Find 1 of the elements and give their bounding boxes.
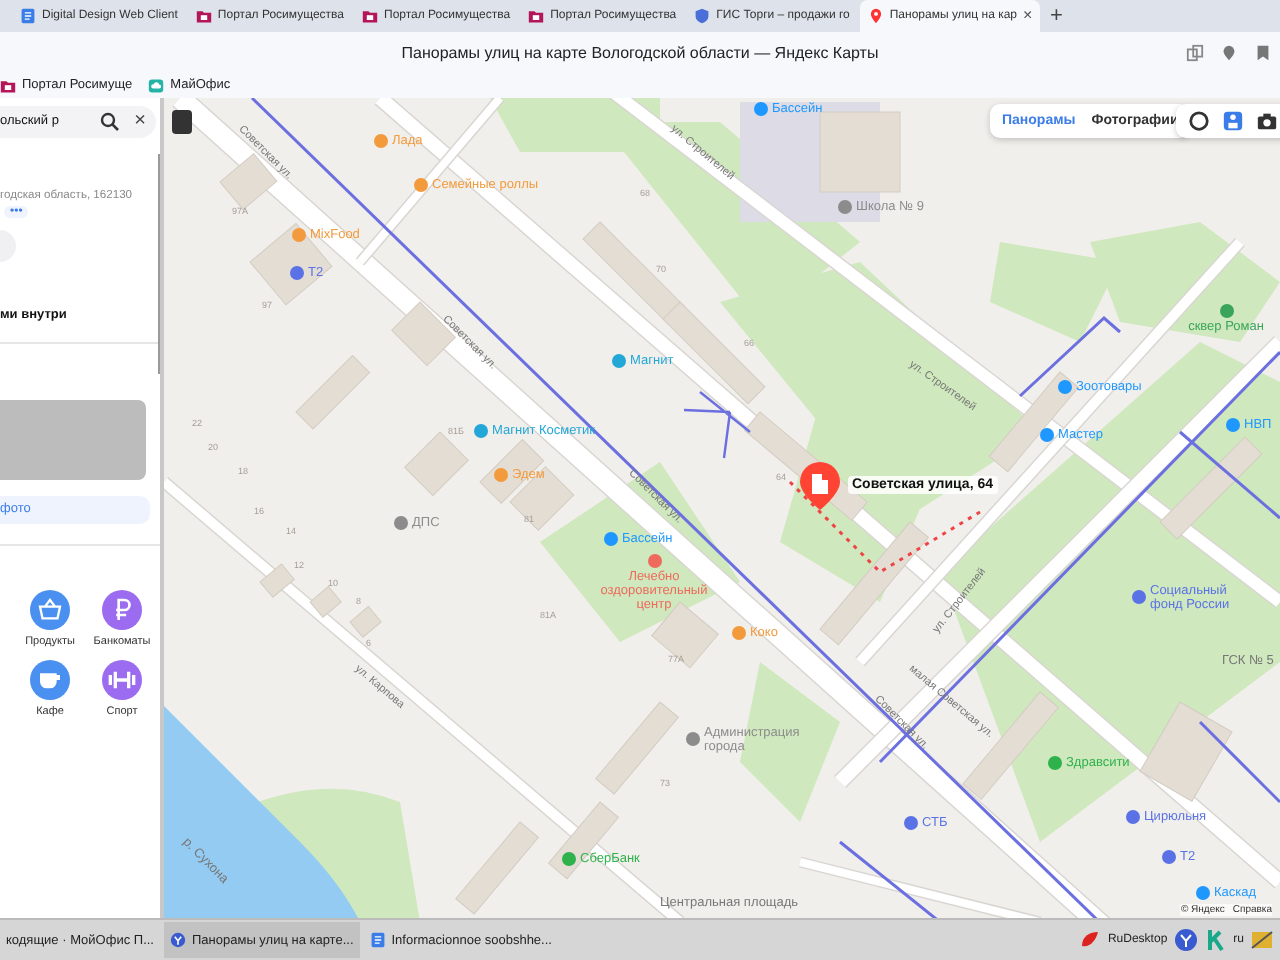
window-title: Панорамы улиц на карте Вологодской области — Яндекс Карты xyxy=(401,44,879,63)
